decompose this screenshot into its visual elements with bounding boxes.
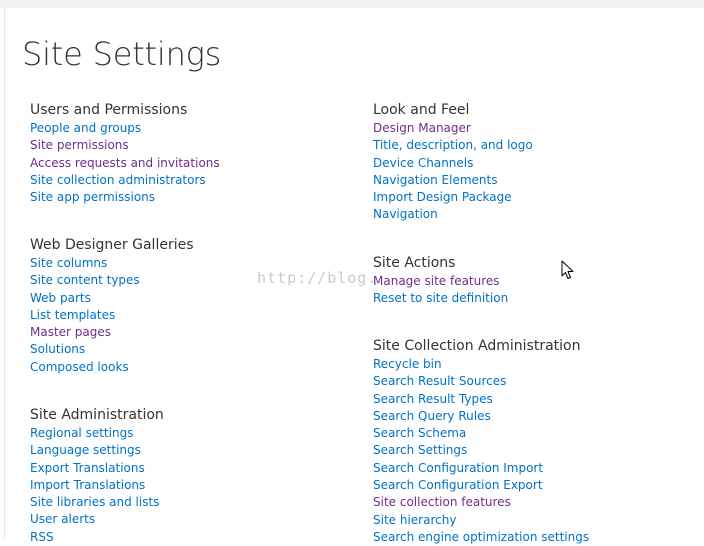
link-list-templates[interactable]: List templates — [30, 308, 115, 322]
link-language-settings[interactable]: Language settings — [30, 443, 141, 457]
list-item: Search Result Types — [373, 391, 589, 408]
list-item: Regional settings — [30, 425, 164, 442]
link-search-result-types[interactable]: Search Result Types — [373, 392, 493, 406]
list-item: Search engine optimization settings — [373, 529, 589, 546]
link-list: Recycle bin Search Result Sources Search R… — [373, 356, 589, 546]
list-item: Site app permissions — [30, 189, 220, 206]
link-reset-to-site-definition[interactable]: Reset to site definition — [373, 291, 508, 305]
link-access-requests-and-invitations[interactable]: Access requests and invitations — [30, 156, 220, 170]
list-item: RSS — [30, 529, 164, 546]
link-list: Manage site features Reset to site defini… — [373, 273, 508, 308]
link-regional-settings[interactable]: Regional settings — [30, 426, 133, 440]
list-item: Master pages — [30, 324, 194, 341]
link-solutions[interactable]: Solutions — [30, 342, 85, 356]
list-item: Web parts — [30, 290, 194, 307]
list-item: Site permissions — [30, 137, 220, 154]
link-rss[interactable]: RSS — [30, 530, 54, 544]
link-list: Design Manager Title, description, and lo… — [373, 120, 533, 224]
section-web-designer-galleries: Web Designer Galleries Site columns Site … — [30, 236, 194, 376]
link-list: Site columns Site content types Web parts L… — [30, 255, 194, 376]
top-bar — [0, 0, 704, 8]
list-item: Search Result Sources — [373, 373, 589, 390]
list-item: Design Manager — [373, 120, 533, 137]
mouse-cursor-icon — [561, 260, 574, 279]
list-item: Site hierarchy — [373, 512, 589, 529]
link-master-pages[interactable]: Master pages — [30, 325, 111, 339]
list-item: Search Schema — [373, 425, 589, 442]
list-item: Solutions — [30, 341, 194, 358]
section-heading: Site Collection Administration — [373, 338, 581, 354]
section-site-administration: Site Administration Regional settings Lan… — [30, 406, 164, 546]
list-item: User alerts — [30, 511, 164, 528]
link-site-app-permissions[interactable]: Site app permissions — [30, 190, 155, 204]
link-title-description-and-logo[interactable]: Title, description, and logo — [373, 138, 533, 152]
section-site-collection-administration: Site Collection Administration Recycle b… — [373, 337, 589, 546]
list-item: Recycle bin — [373, 356, 589, 373]
list-item: Search Configuration Export — [373, 477, 589, 494]
link-site-columns[interactable]: Site columns — [30, 256, 107, 270]
list-item: Export Translations — [30, 460, 164, 477]
link-composed-looks[interactable]: Composed looks — [30, 360, 129, 374]
section-heading: Users and Permissions — [30, 102, 188, 118]
list-item: Manage site features — [373, 273, 508, 290]
section-heading: Look and Feel — [373, 102, 470, 118]
link-search-configuration-import[interactable]: Search Configuration Import — [373, 461, 543, 475]
link-search-result-sources[interactable]: Search Result Sources — [373, 374, 506, 388]
link-web-parts[interactable]: Web parts — [30, 291, 91, 305]
link-list: People and groups Site permissions Access … — [30, 120, 220, 206]
list-item: Site content types — [30, 272, 194, 289]
link-site-permissions[interactable]: Site permissions — [30, 138, 129, 152]
list-item: Reset to site definition — [373, 290, 508, 307]
section-users-and-permissions: Users and Permissions People and groups S… — [30, 101, 220, 206]
list-item: Navigation Elements — [373, 172, 533, 189]
list-item: People and groups — [30, 120, 220, 137]
list-item: Site columns — [30, 255, 194, 272]
link-site-collection-features[interactable]: Site collection features — [373, 495, 511, 509]
section-heading: Web Designer Galleries — [30, 237, 194, 253]
section-site-actions: Site Actions Manage site features Reset t… — [373, 254, 508, 308]
section-heading: Site Actions — [373, 255, 456, 271]
list-item: Search Query Rules — [373, 408, 589, 425]
list-item: Access requests and invitations — [30, 155, 220, 172]
page-border — [4, 8, 5, 538]
list-item: Title, description, and logo — [373, 137, 533, 154]
list-item: Site collection features — [373, 494, 589, 511]
link-user-alerts[interactable]: User alerts — [30, 512, 95, 526]
link-navigation[interactable]: Navigation — [373, 207, 438, 221]
link-site-content-types[interactable]: Site content types — [30, 273, 140, 287]
list-item: Search Configuration Import — [373, 460, 589, 477]
list-item: List templates — [30, 307, 194, 324]
section-look-and-feel: Look and Feel Design Manager Title, descr… — [373, 101, 533, 224]
link-navigation-elements[interactable]: Navigation Elements — [373, 173, 497, 187]
list-item: Import Translations — [30, 477, 164, 494]
link-search-configuration-export[interactable]: Search Configuration Export — [373, 478, 543, 492]
section-heading: Site Administration — [30, 407, 164, 423]
link-list: Regional settings Language settings Export… — [30, 425, 164, 546]
link-import-translations[interactable]: Import Translations — [30, 478, 145, 492]
link-site-collection-administrators[interactable]: Site collection administrators — [30, 173, 206, 187]
link-import-design-package[interactable]: Import Design Package — [373, 190, 512, 204]
list-item: Import Design Package — [373, 189, 533, 206]
list-item: Site collection administrators — [30, 172, 220, 189]
link-search-engine-optimization-settings[interactable]: Search engine optimization settings — [373, 530, 589, 544]
list-item: Language settings — [30, 442, 164, 459]
link-recycle-bin[interactable]: Recycle bin — [373, 357, 442, 371]
list-item: Composed looks — [30, 359, 194, 376]
link-search-settings[interactable]: Search Settings — [373, 443, 467, 457]
link-device-channels[interactable]: Device Channels — [373, 156, 473, 170]
link-export-translations[interactable]: Export Translations — [30, 461, 145, 475]
page-title: Site Settings — [22, 35, 222, 73]
link-people-and-groups[interactable]: People and groups — [30, 121, 141, 135]
list-item: Navigation — [373, 206, 533, 223]
list-item: Site libraries and lists — [30, 494, 164, 511]
list-item: Search Settings — [373, 442, 589, 459]
link-design-manager[interactable]: Design Manager — [373, 121, 471, 135]
watermark: http://blog. — [257, 269, 378, 287]
link-manage-site-features[interactable]: Manage site features — [373, 274, 500, 288]
list-item: Device Channels — [373, 155, 533, 172]
link-search-schema[interactable]: Search Schema — [373, 426, 466, 440]
link-site-libraries-and-lists[interactable]: Site libraries and lists — [30, 495, 159, 509]
link-site-hierarchy[interactable]: Site hierarchy — [373, 513, 456, 527]
link-search-query-rules[interactable]: Search Query Rules — [373, 409, 491, 423]
